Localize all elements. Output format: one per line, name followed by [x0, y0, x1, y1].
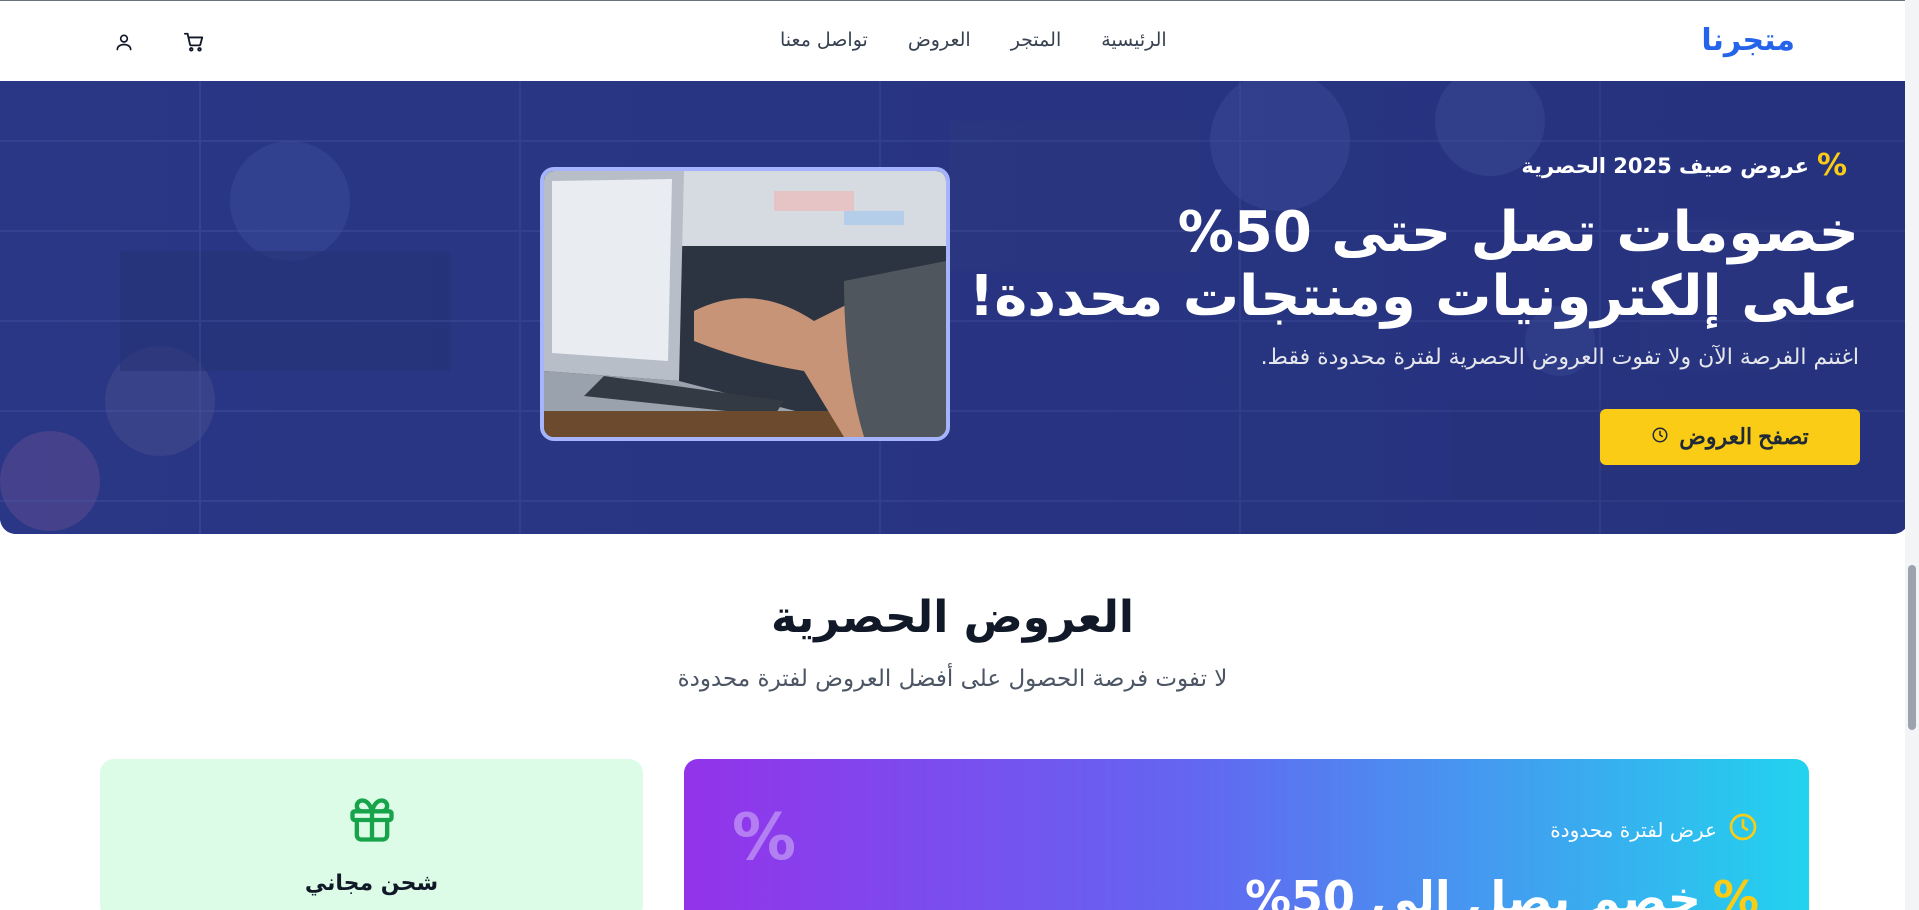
- clock-icon: [1651, 424, 1669, 450]
- hero-banner: % عروض صيف 2025 الحصرية خصومات تصل حتى 5…: [0, 81, 1909, 534]
- nav-store[interactable]: المتجر: [1011, 29, 1062, 51]
- site-header: متجرنا الرئيسية المتجر العروض تواصل معنا: [0, 1, 1905, 81]
- section-subtitle: لا تفوت فرصة الحصول على أفضل العروض لفتر…: [677, 666, 1228, 692]
- laptop-photo: [540, 167, 950, 441]
- promo-title: خصم يصل إلى 50%: [1244, 871, 1701, 910]
- percent-icon: %: [732, 801, 797, 875]
- main-nav: الرئيسية المتجر العروض تواصل معنا: [780, 29, 1167, 51]
- promo-badge: عرض لفترة محدودة: [1550, 811, 1759, 848]
- hero-title-line1: خصومات تصل حتى 50%: [1177, 200, 1859, 265]
- hero-title: خصومات تصل حتى 50% على إلكترونيات ومنتجا…: [959, 201, 1859, 329]
- scrollbar-thumb[interactable]: [1908, 565, 1916, 730]
- nav-contact[interactable]: تواصل معنا: [780, 29, 868, 51]
- promo-badge-text: عرض لفترة محدودة: [1550, 817, 1717, 842]
- browse-offers-button[interactable]: تصفح العروض: [1600, 409, 1860, 465]
- cart-icon[interactable]: [181, 29, 207, 55]
- nav-home[interactable]: الرئيسية: [1101, 29, 1166, 51]
- section-title: العروض الحصرية: [771, 592, 1134, 643]
- page-scrollbar[interactable]: [1905, 0, 1919, 910]
- nav-offers[interactable]: العروض: [908, 29, 971, 51]
- hero-badge: % عروض صيف 2025 الحصرية: [1521, 151, 1847, 181]
- percent-icon: %: [1712, 871, 1759, 910]
- browse-offers-label: تصفح العروض: [1679, 424, 1809, 449]
- hero-title-line2: على إلكترونيات ومنتجات محددة!: [968, 264, 1859, 329]
- brand-logo[interactable]: متجرنا: [1701, 23, 1795, 58]
- clock-icon: [1727, 811, 1759, 848]
- promo-title-row: % خصم يصل إلى 50%: [1245, 871, 1759, 910]
- hero-badge-text: عروض صيف 2025 الحصرية: [1521, 154, 1809, 178]
- free-shipping-title: شحن مجاني: [304, 871, 439, 896]
- free-shipping-card[interactable]: شحن مجاني: [100, 759, 643, 910]
- user-icon[interactable]: [111, 29, 137, 55]
- percent-icon: %: [1816, 148, 1847, 183]
- promo-card[interactable]: % عرض لفترة محدودة % خصم يصل إلى 50%: [684, 759, 1809, 910]
- hero-subtitle: اغتنم الفرصة الآن ولا تفوت العروض الحصري…: [1260, 345, 1859, 370]
- gift-icon: [346, 794, 398, 850]
